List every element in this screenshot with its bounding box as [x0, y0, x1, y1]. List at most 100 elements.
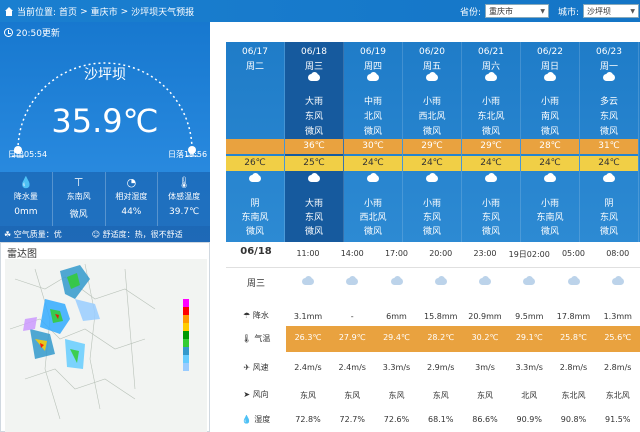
forecast-day-06-17[interactable]: 06/17 周二 26℃ 阴东南风 微风: [226, 42, 285, 242]
hour-humidity: 72.6%: [383, 415, 410, 424]
radar-map[interactable]: [5, 259, 207, 432]
forecast-date: 06/22: [537, 47, 563, 57]
forecast-night-level: 微风: [245, 227, 264, 237]
forecast-night-level: 微风: [540, 227, 559, 237]
hour-precip: 15.8mm: [424, 312, 458, 321]
hour-wind-dir: 东风: [477, 391, 493, 400]
forecast-day-weather: 小雨: [422, 97, 441, 107]
home-icon: [4, 7, 14, 16]
location-label: 当前位置:: [17, 8, 57, 18]
weather-cloud-icon: [462, 72, 520, 88]
precip-label: ☂ 降水: [243, 311, 269, 320]
hour-humidity: 90.9%: [516, 415, 542, 424]
forecast-night-level: 微风: [363, 227, 382, 237]
forecast-week: 周六: [481, 62, 500, 72]
hour-wind-dir: 北风: [521, 391, 538, 400]
forecast-day-06-19[interactable]: 06/19 周四 中雨 北风 微风 30℃ 24℃ 小雨 西北风 微风: [344, 42, 403, 242]
hour-wind-speed: 2.4m/s: [294, 363, 322, 372]
hour-column: 20:00 15.8mm 28.2℃ 2.9m/s 东风 68.1%: [419, 242, 463, 432]
forecast-low: 24℃: [521, 156, 579, 171]
forecast-day-wind: 北风: [363, 112, 382, 122]
hour-temp: 27.9℃: [338, 333, 366, 342]
forecast-night-wind: 西北风: [359, 213, 387, 223]
weather-cloud-icon: [403, 72, 461, 88]
hour-precip: 6mm: [386, 312, 407, 321]
forecast-day-wind: 西北风: [418, 112, 446, 122]
hour-precip: 1.3mm: [603, 312, 632, 321]
province-selector: 省份: 重庆市 ▼: [460, 4, 550, 18]
rain-drops-icon: 💧: [19, 176, 33, 189]
hour-cloud-icon: [375, 276, 419, 288]
temp-label: 🌡 气温: [241, 334, 271, 343]
forecast-day-level: 微风: [304, 127, 323, 137]
forecast-night-weather: 小雨: [422, 199, 441, 209]
weather-cloud-icon: [285, 72, 343, 88]
forecast-high: 29℃: [462, 139, 520, 154]
forecast-low: 24℃: [580, 156, 638, 171]
hour-column: 23:00 20.9mm 30.2℃ 3m/s 东风 86.6%: [463, 242, 507, 432]
forecast-day-06-20[interactable]: 06/20 周五 小雨 西北风 微风 29℃ 24℃ 小雨 东风 微风: [403, 42, 462, 242]
weather-cloud-icon: [344, 72, 402, 88]
thermometer-icon: 🌡: [241, 334, 252, 343]
hour-wind-dir: 东风: [388, 391, 405, 400]
forecast-night-wind: 东南风: [241, 213, 269, 223]
forecast-night-level: 微风: [481, 227, 500, 237]
current-weather-panel: 20:50更新 沙坪坝 35.9℃ 日出05:54 日落19:56 💧 降水量 0m…: [0, 22, 210, 432]
station-name: 沙坪坝: [84, 67, 126, 83]
hour-humidity: 72.8%: [295, 415, 321, 424]
wind-vane-icon: ⊤: [73, 176, 84, 189]
forecast-day-level: 微风: [540, 127, 559, 137]
forecast-low: 25℃: [285, 156, 343, 171]
forecast-day-level: 微风: [481, 127, 500, 137]
hour-time: 19日02:00: [508, 250, 550, 259]
crumb-chongqing[interactable]: 重庆市: [91, 5, 118, 18]
night-cloud-icon: [580, 173, 638, 191]
hour-temp: 25.8℃: [560, 333, 587, 342]
forecast-day-06-22[interactable]: 06/22 周日 小雨 南风 微风 28℃ 24℃ 小雨 东南风 微风: [521, 42, 580, 242]
hour-cloud-icon: [330, 276, 374, 288]
hour-wind-speed: 2.4m/s: [338, 363, 366, 372]
forecast-night-level: 微风: [304, 227, 323, 237]
crumb-current: 沙坪坝天气预报: [131, 8, 195, 18]
hour-wind-dir: 东北风: [561, 391, 586, 400]
top-bar: 当前位置: 首页 > 重庆市 > 沙坪坝天气预报 省份: 重庆市 ▼ 城市: 沙坪…: [0, 0, 640, 22]
forecast-week: 周四: [363, 62, 382, 72]
forecast-night-level: 微风: [599, 227, 618, 237]
hour-temp: 30.2℃: [471, 333, 499, 342]
forecast-day-weather: 大雨: [304, 97, 323, 107]
humidity-icon: ◔: [126, 176, 137, 189]
hour-time: 14:00: [340, 249, 364, 258]
hourly-date: 06/18: [240, 246, 272, 257]
metric-humidity: ◔ 相对湿度 44%: [106, 172, 159, 226]
clock-icon: [4, 28, 13, 37]
thermometer-icon: 🌡: [177, 176, 192, 189]
radar-legend: [183, 299, 189, 371]
forecast-high: 28℃: [521, 139, 579, 154]
hour-time: 08:00: [606, 249, 630, 258]
hour-column: 05:00 17.8mm 25.8℃ 2.8m/s 东北风 90.8%: [552, 242, 596, 432]
forecast-day-06-18[interactable]: 06/18 周三 大雨 东风 微风 36℃ 25℃ 大雨 东风 微风: [285, 42, 344, 242]
hour-column: 17:00 6mm 29.4℃ 3.3m/s 东风 72.6%: [375, 242, 419, 432]
forecast-day-06-23[interactable]: 06/23 周一 多云 东风 微风 31℃ 24℃ 阴东风 微风: [580, 42, 639, 242]
forecast-night-weather: 阴: [604, 199, 614, 209]
forecast-day-weather: 中雨: [363, 97, 382, 107]
forecast-day-06-21[interactable]: 06/21 周六 小雨 东北风 微风 29℃ 24℃ 小雨 东风 微风: [462, 42, 521, 242]
hour-wind-dir: 东风: [344, 391, 361, 400]
hour-wind-dir: 东风: [432, 391, 449, 400]
forecast-day-level: 微风: [599, 127, 618, 137]
hour-time: 23:00: [473, 249, 497, 258]
hour-cloud-icon: [552, 276, 596, 288]
forecast-low: 24℃: [462, 156, 520, 171]
weather-cloud-icon: [580, 72, 638, 88]
daily-forecast: 06/17 周二 26℃ 阴东南风 微风 06/18 周三 大雨 东风 微风 36℃ 25℃ 大雨 东风微…: [226, 42, 640, 242]
hour-wind-speed: 2.8m/s: [559, 363, 588, 372]
city-select[interactable]: 沙坪坝 ▼: [583, 4, 640, 18]
hour-wind-dir: 东北风: [605, 391, 630, 400]
hour-temp: 29.4℃: [383, 333, 410, 342]
forecast-week: 周五: [422, 62, 441, 72]
hour-temp: 28.2℃: [427, 333, 455, 342]
crumb-home[interactable]: 首页: [59, 5, 77, 18]
forecast-day-level: 微风: [363, 127, 382, 137]
current-temperature: 35.9℃: [51, 102, 159, 140]
province-select[interactable]: 重庆市 ▼: [485, 4, 550, 18]
